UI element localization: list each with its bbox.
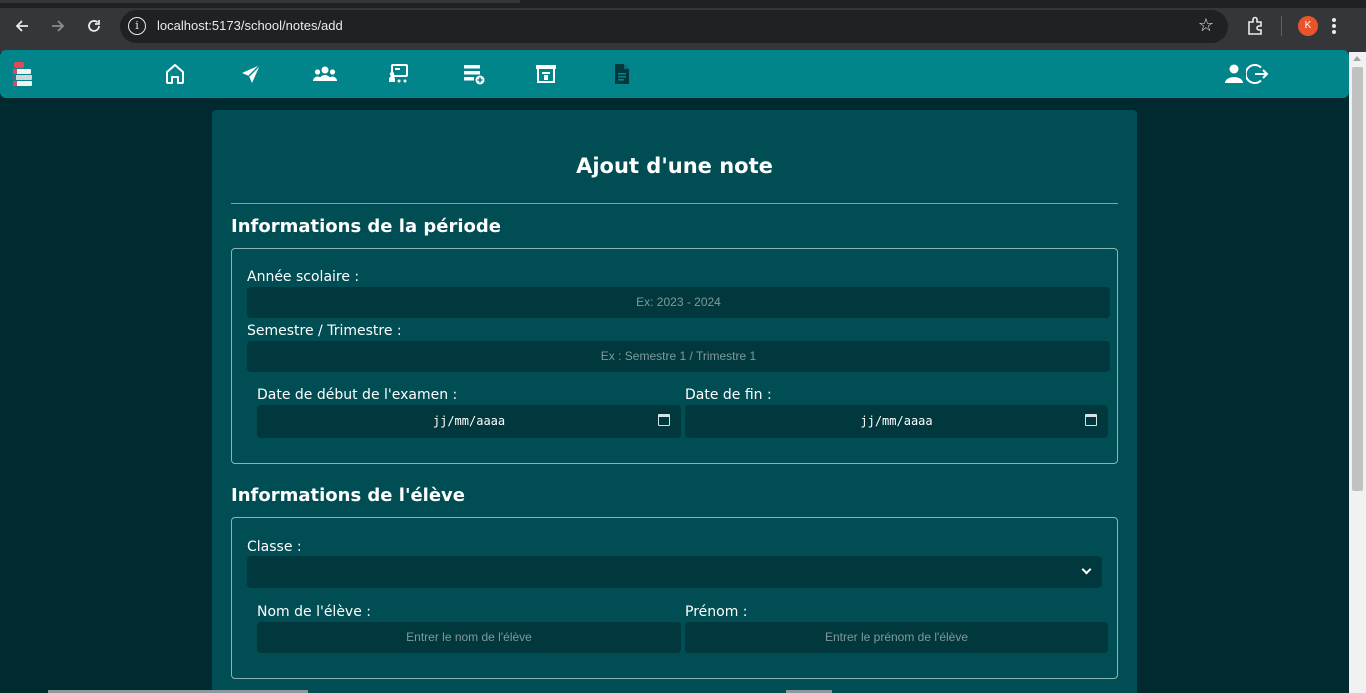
semester-input[interactable]: Ex : Semestre 1 / Trimestre 1 xyxy=(247,341,1110,372)
last-name-label: Nom de l'élève : xyxy=(257,604,371,620)
home-icon[interactable] xyxy=(163,62,187,86)
classes-icon[interactable] xyxy=(387,62,411,86)
browser-toolbar: i localhost:5173/school/notes/add ☆ K xyxy=(0,0,1366,52)
school-year-label: Année scolaire : xyxy=(247,269,360,285)
send-icon[interactable] xyxy=(239,62,263,86)
toolbar-separator xyxy=(1281,16,1282,36)
start-date-input[interactable]: jj/mm/aaaa xyxy=(257,405,681,438)
end-date-value: jj/mm/aaaa xyxy=(860,414,933,428)
semester-label: Semestre / Trimestre : xyxy=(247,323,402,339)
scrollbar-thumb[interactable] xyxy=(1352,67,1363,491)
app-navbar xyxy=(0,50,1349,98)
student-section-title: Informations de l'élève xyxy=(231,485,465,506)
student-fieldset: Classe : Nom de l'élève : Entrer le nom … xyxy=(231,517,1118,679)
end-date-label: Date de fin : xyxy=(685,387,772,403)
site-info-icon[interactable]: i xyxy=(128,17,146,35)
start-date-value: jj/mm/aaaa xyxy=(432,414,506,428)
chevron-down-icon xyxy=(1081,564,1092,575)
end-date-input[interactable]: jj/mm/aaaa xyxy=(685,405,1108,438)
users-icon[interactable] xyxy=(312,62,338,86)
forward-arrow-icon[interactable] xyxy=(46,14,70,38)
notes-board-icon[interactable] xyxy=(534,62,558,86)
document-icon[interactable] xyxy=(610,62,634,86)
tab-strip xyxy=(0,0,1366,8)
kebab-menu-icon[interactable] xyxy=(1332,14,1338,38)
scroll-up-arrow-icon[interactable] xyxy=(1353,56,1361,61)
reload-icon[interactable] xyxy=(82,14,106,38)
page-title: Ajout d'une note xyxy=(576,154,773,178)
title-divider xyxy=(231,203,1118,204)
url-text[interactable]: localhost:5173/school/notes/add xyxy=(157,18,343,33)
app-logo[interactable] xyxy=(10,60,36,88)
period-fieldset: Année scolaire : Ex: 2023 - 2024 Semestr… xyxy=(231,248,1118,464)
first-name-input[interactable]: Entrer le prénom de l'élève xyxy=(685,622,1108,653)
back-arrow-icon[interactable] xyxy=(10,14,34,38)
extensions-icon[interactable] xyxy=(1244,15,1266,37)
page-scrollbar[interactable] xyxy=(1349,52,1366,693)
address-bar[interactable]: i localhost:5173/school/notes/add ☆ xyxy=(120,10,1228,43)
first-name-label: Prénom : xyxy=(685,604,748,620)
add-note-form: Ajout d'une note Informations de la péri… xyxy=(212,110,1137,693)
profile-avatar[interactable]: K xyxy=(1298,16,1318,36)
school-year-input[interactable]: Ex: 2023 - 2024 xyxy=(247,287,1110,318)
period-section-title: Informations de la période xyxy=(231,216,501,237)
calendar-icon[interactable] xyxy=(658,414,670,426)
bookmark-star-icon[interactable]: ☆ xyxy=(1198,15,1214,36)
profile-icon[interactable] xyxy=(1222,62,1246,86)
add-list-icon[interactable] xyxy=(462,62,486,86)
calendar-icon[interactable] xyxy=(1085,414,1097,426)
class-label: Classe : xyxy=(247,539,302,555)
active-tab-edge xyxy=(0,0,520,3)
last-name-input[interactable]: Entrer le nom de l'élève xyxy=(257,622,681,653)
class-select[interactable] xyxy=(247,556,1102,588)
logout-icon[interactable] xyxy=(1244,62,1270,86)
start-date-label: Date de début de l'examen : xyxy=(257,387,458,403)
